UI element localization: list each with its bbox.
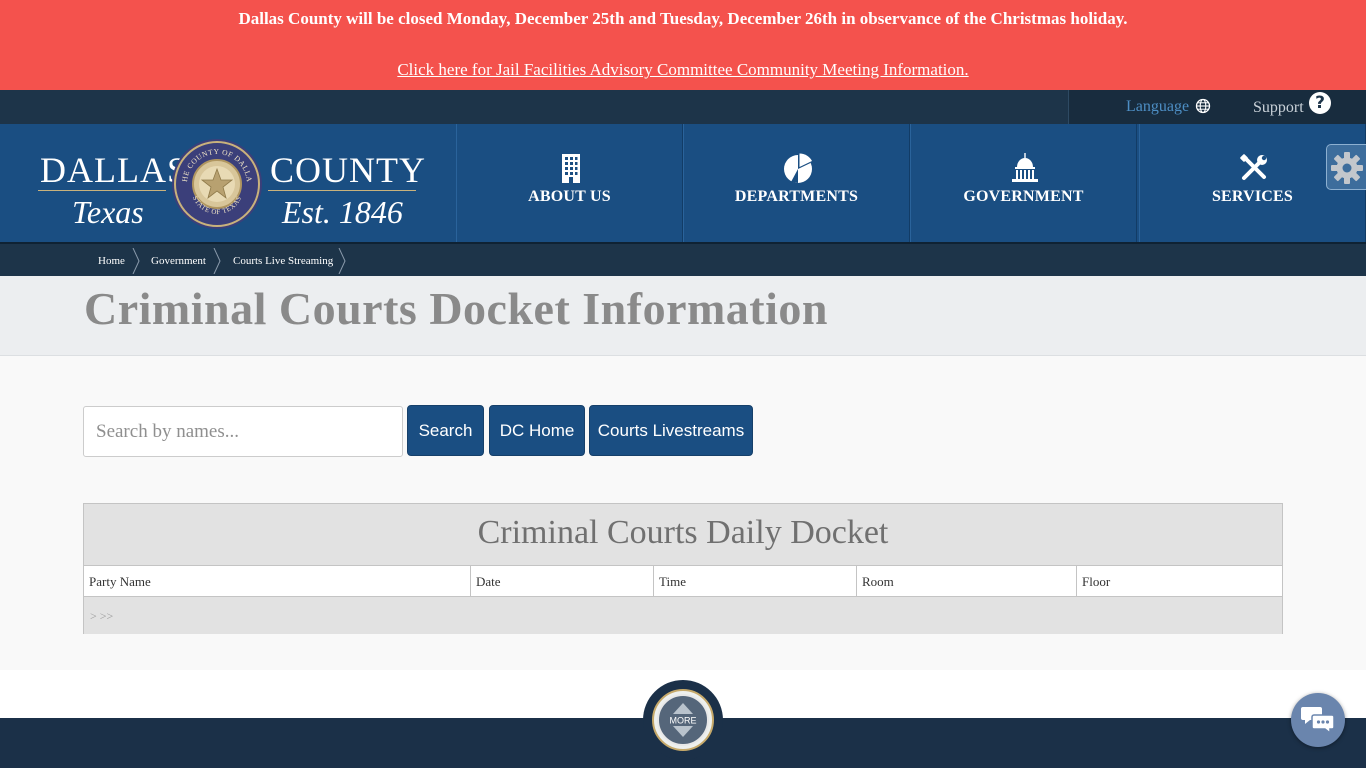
breadcrumb-chevron-icon bbox=[132, 248, 140, 274]
column-header-room[interactable]: Room bbox=[857, 566, 1077, 597]
logo-rule-right bbox=[268, 190, 416, 191]
breadcrumb-government[interactable]: Government bbox=[151, 255, 206, 267]
pager-links[interactable]: > >> bbox=[90, 609, 113, 624]
more-button[interactable]: MORE bbox=[643, 680, 723, 760]
docket-caption: Criminal Courts Daily Docket bbox=[84, 504, 1282, 566]
main-content: Search DC Home Courts Livestreams Crimin… bbox=[0, 356, 1366, 670]
nav-about-us[interactable]: ABOUT US bbox=[456, 124, 683, 242]
column-header-party-name[interactable]: Party Name bbox=[84, 566, 471, 597]
logo-texas-text: Texas bbox=[72, 194, 144, 230]
dc-home-button[interactable]: DC Home bbox=[489, 405, 585, 456]
alert-banner: Dallas County will be closed Monday, Dec… bbox=[0, 0, 1366, 90]
logo-county-text: COUNTY bbox=[270, 150, 426, 190]
page-title: Criminal Courts Docket Information bbox=[84, 283, 828, 334]
site-header: DALLAS COUNTY Texas Est. 1846 THE COUNTY… bbox=[0, 124, 1366, 242]
county-seal-icon: THE COUNTY OF DALLAS STATE OF TEXAS bbox=[171, 138, 262, 229]
nav-about-us-label: ABOUT US bbox=[528, 188, 611, 205]
column-header-date[interactable]: Date bbox=[471, 566, 654, 597]
breadcrumb-courts-live-streaming[interactable]: Courts Live Streaming bbox=[233, 255, 333, 267]
breadcrumb: Home Government Courts Live Streaming bbox=[0, 242, 1366, 276]
docket-header-row: Party Name Date Time Room Floor bbox=[84, 566, 1282, 597]
pie-chart-icon bbox=[784, 153, 812, 183]
docket-pager-row: > >> bbox=[84, 597, 1282, 634]
support-link[interactable]: Support bbox=[1253, 99, 1304, 117]
page-title-band: Criminal Courts Docket Information bbox=[0, 276, 1366, 356]
jail-committee-meeting-link[interactable]: Click here for Jail Facilities Advisory … bbox=[0, 60, 1366, 80]
breadcrumb-chevron-icon bbox=[213, 248, 221, 274]
chat-button[interactable] bbox=[1291, 693, 1345, 747]
more-label: MORE bbox=[670, 716, 697, 726]
nav-government[interactable]: GOVERNMENT bbox=[910, 124, 1137, 242]
logo-rule-left bbox=[38, 190, 166, 191]
globe-icon[interactable] bbox=[1195, 98, 1211, 114]
settings-tab[interactable] bbox=[1326, 144, 1366, 190]
question-circle-icon[interactable]: ? bbox=[1309, 92, 1331, 114]
logo-dallas-text: DALLAS bbox=[40, 150, 188, 190]
nav-departments-label: DEPARTMENTS bbox=[734, 188, 859, 205]
capitol-icon bbox=[1012, 153, 1038, 182]
language-link[interactable]: Language bbox=[1126, 98, 1189, 116]
courts-livestreams-button[interactable]: Courts Livestreams bbox=[589, 405, 753, 456]
holiday-closure-notice: Dallas County will be closed Monday, Dec… bbox=[238, 9, 1128, 28]
breadcrumb-home[interactable]: Home bbox=[98, 255, 125, 267]
dallas-county-logo[interactable]: DALLAS COUNTY Texas Est. 1846 THE COUNTY… bbox=[0, 124, 456, 242]
docket-table: Criminal Courts Daily Docket Party Name … bbox=[83, 503, 1283, 634]
nav-departments[interactable]: DEPARTMENTS bbox=[683, 124, 910, 242]
column-header-floor[interactable]: Floor bbox=[1077, 566, 1282, 597]
nav-government-label: GOVERNMENT bbox=[963, 188, 1084, 205]
building-icon bbox=[562, 154, 580, 183]
column-header-time[interactable]: Time bbox=[654, 566, 857, 597]
search-input[interactable] bbox=[83, 406, 403, 457]
utility-bar: Language Support ? bbox=[0, 90, 1366, 124]
logo-established-text: Est. 1846 bbox=[282, 194, 403, 230]
gear-icon bbox=[1331, 152, 1363, 184]
breadcrumb-chevron-icon bbox=[338, 248, 346, 274]
chat-bubbles-icon bbox=[1301, 707, 1335, 735]
search-button[interactable]: Search bbox=[407, 405, 484, 456]
tools-icon bbox=[1240, 154, 1267, 180]
nav-services-label: SERVICES bbox=[1211, 188, 1294, 205]
utility-links: Language Support ? bbox=[1068, 90, 1366, 124]
